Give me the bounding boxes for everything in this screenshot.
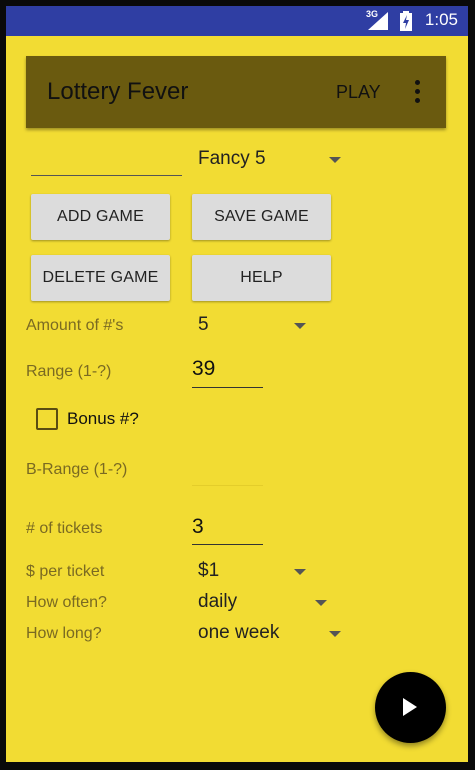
dropdown-arrow-icon: [315, 600, 327, 606]
app-screen: 3G 1:05 Lottery Fever PLAY Fancy 5 ADD G…: [6, 6, 468, 762]
game-name-input[interactable]: [31, 150, 182, 176]
bonus-checkbox[interactable]: [36, 408, 58, 430]
price-label: $ per ticket: [26, 563, 105, 580]
tickets-input[interactable]: 3: [192, 515, 263, 545]
play-menu-action[interactable]: PLAY: [336, 82, 381, 103]
status-time: 1:05: [424, 10, 458, 29]
app-bar: Lottery Fever PLAY: [26, 56, 446, 128]
device-frame: 3G 1:05 Lottery Fever PLAY Fancy 5 ADD G…: [0, 0, 475, 770]
amount-select[interactable]: 5: [198, 314, 310, 338]
overflow-menu-icon[interactable]: [414, 80, 420, 104]
play-fab-button[interactable]: [375, 672, 446, 743]
long-select[interactable]: one week: [198, 622, 348, 646]
dropdown-arrow-icon: [294, 569, 306, 575]
long-select-value: one week: [198, 622, 280, 643]
battery-icon: [400, 11, 412, 31]
dropdown-arrow-icon: [329, 157, 341, 163]
price-select[interactable]: $1: [198, 560, 310, 584]
tickets-label: # of tickets: [26, 520, 103, 537]
dropdown-arrow-icon: [329, 631, 341, 637]
help-button[interactable]: HELP: [192, 255, 331, 301]
game-select[interactable]: Fancy 5: [198, 148, 348, 174]
price-select-value: $1: [198, 560, 220, 581]
brange-input[interactable]: [192, 458, 263, 486]
long-label: How long?: [26, 625, 102, 642]
status-bar: 3G 1:05: [6, 6, 468, 36]
often-select[interactable]: daily: [198, 591, 333, 615]
often-label: How often?: [26, 594, 107, 611]
amount-select-value: 5: [198, 314, 209, 335]
game-select-value: Fancy 5: [198, 148, 266, 169]
bonus-checkbox-label: Bonus #?: [67, 409, 139, 428]
range-label: Range (1-?): [26, 363, 112, 380]
play-icon: [403, 698, 417, 716]
add-game-button[interactable]: ADD GAME: [31, 194, 170, 240]
dropdown-arrow-icon: [294, 323, 306, 329]
amount-label: Amount of #'s: [26, 317, 124, 334]
network-type-label: 3G: [366, 9, 379, 19]
often-select-value: daily: [198, 591, 238, 612]
app-title: Lottery Fever: [47, 78, 189, 105]
delete-game-button[interactable]: DELETE GAME: [31, 255, 170, 301]
brange-label: B-Range (1-?): [26, 461, 128, 478]
save-game-button[interactable]: SAVE GAME: [192, 194, 331, 240]
range-input[interactable]: 39: [192, 357, 263, 388]
